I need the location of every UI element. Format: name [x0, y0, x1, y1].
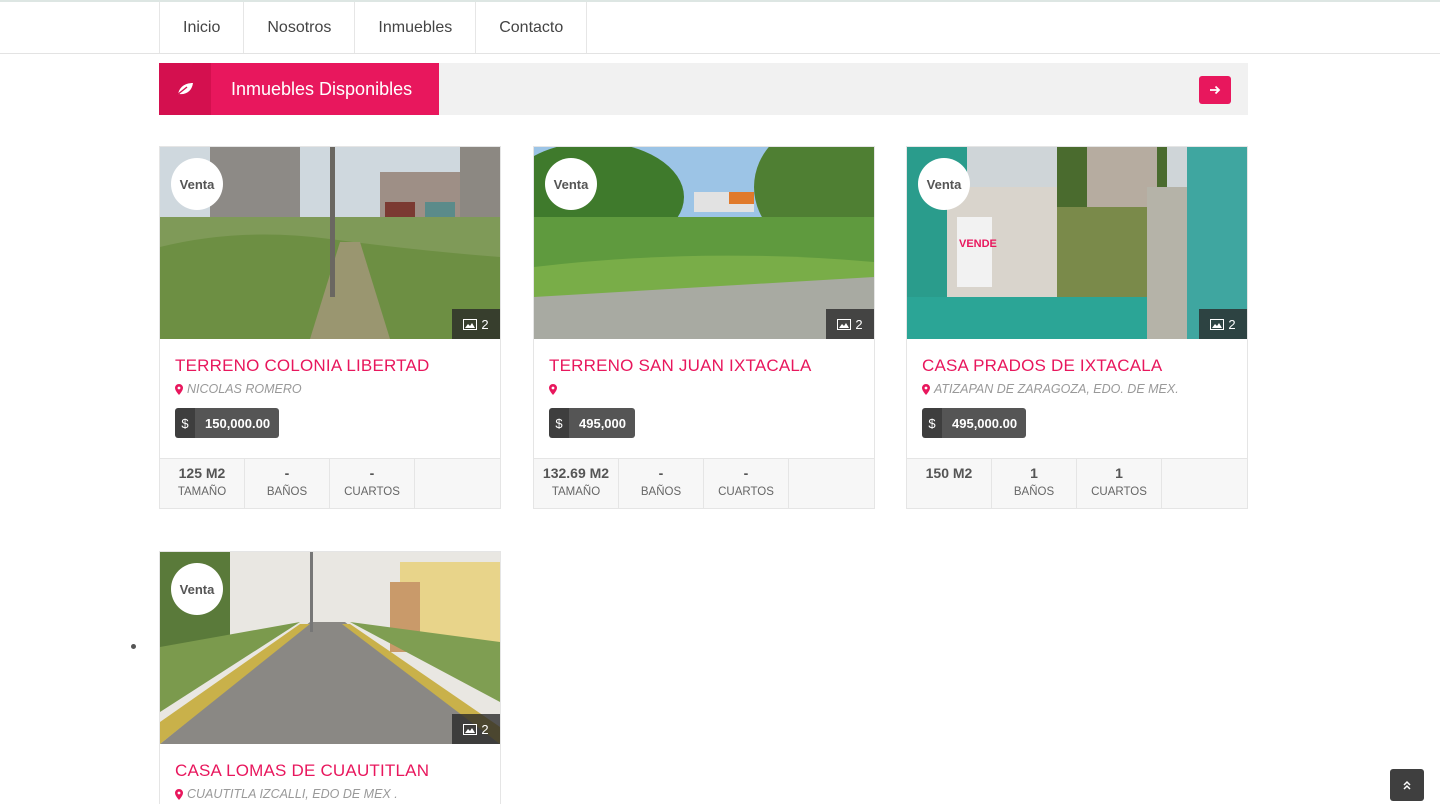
listing-body: CASA LOMAS DE CUAUTITLAN CUAUTITLA IZCAL…: [160, 744, 500, 804]
photo-count-badge: 2: [1199, 309, 1247, 339]
listing-body: TERRENO SAN JUAN IXTACALA $ 495,000: [534, 339, 874, 458]
listing-stats: 125 M2 TAMAÑO - BAÑOS - CUARTOS: [160, 458, 500, 508]
svg-text:VENDE: VENDE: [959, 238, 997, 250]
stat-label: CUARTOS: [344, 486, 400, 498]
listing-photo[interactable]: VENDE Venta 2: [907, 147, 1247, 339]
listing-location: CUAUTITLA IZCALLI, EDO DE MEX .: [175, 785, 485, 803]
stat-baths: 1 BAÑOS: [992, 459, 1077, 508]
map-marker-icon: [922, 383, 930, 395]
listing-title[interactable]: CASA PRADOS DE IXTACALA: [922, 355, 1232, 377]
stat-value: 1: [1030, 465, 1038, 481]
photo-count-badge: 2: [452, 714, 500, 744]
price-value: 150,000.00: [195, 408, 280, 438]
venta-badge: Venta: [171, 563, 223, 615]
currency-symbol: $: [549, 408, 569, 438]
nav-list: Inicio Nosotros Inmuebles Contacto: [159, 2, 588, 53]
price-tag: $ 150,000.00: [175, 408, 280, 438]
listing-location: NICOLAS ROMERO: [175, 380, 485, 398]
listing-card[interactable]: Venta 2 TERRENO SAN JUAN IXTACALA $ 495,…: [533, 146, 875, 509]
listing-location: [549, 380, 859, 398]
stat-value: 1: [1115, 465, 1123, 481]
next-button[interactable]: [1199, 76, 1231, 104]
photo-count: 2: [481, 316, 489, 332]
price-tag: $ 495,000: [549, 408, 635, 438]
map-marker-icon: [175, 383, 183, 395]
listing-title[interactable]: TERRENO COLONIA LIBERTAD: [175, 355, 485, 377]
venta-badge: Venta: [545, 158, 597, 210]
listing-card[interactable]: Venta 2 CASA LOMAS DE CUAUTITLAN CUAUTIT…: [159, 551, 501, 804]
listing-title[interactable]: TERRENO SAN JUAN IXTACALA: [549, 355, 859, 377]
scroll-to-top-button[interactable]: [1390, 769, 1424, 801]
listing-location: ATIZAPAN DE ZARAGOZA, EDO. DE MEX.: [922, 380, 1232, 398]
listing-body: TERRENO COLONIA LIBERTAD NICOLAS ROMERO …: [160, 339, 500, 458]
price-value: 495,000: [569, 408, 635, 438]
photo-count-badge: 2: [826, 309, 874, 339]
stat-baths: - BAÑOS: [245, 459, 330, 508]
venta-badge: Venta: [171, 158, 223, 210]
listing-stats: 132.69 M2 TAMAÑO - BAÑOS - CUARTOS: [534, 458, 874, 508]
stat-rooms: - CUARTOS: [330, 459, 415, 508]
location-text: NICOLAS ROMERO: [187, 382, 302, 396]
stat-label: TAMAÑO: [177, 486, 227, 498]
stat-size: 150 M2: [907, 459, 992, 508]
stat-size: 125 M2 TAMAÑO: [160, 459, 245, 508]
section-title-box: Inmuebles Disponibles: [159, 63, 439, 115]
listing-photo[interactable]: Venta 2: [160, 552, 500, 744]
nav-item-nosotros[interactable]: Nosotros: [244, 2, 356, 53]
listing-title[interactable]: CASA LOMAS DE CUAUTITLAN: [175, 760, 485, 782]
stat-label: BAÑOS: [640, 486, 682, 498]
arrow-right-icon: [1210, 85, 1221, 95]
main-navbar: Inicio Nosotros Inmuebles Contacto: [0, 2, 1440, 54]
map-marker-icon: [175, 788, 183, 800]
nav-item-inicio[interactable]: Inicio: [160, 2, 245, 53]
listing-stats: 150 M2 1 BAÑOS 1 CUARTOS: [907, 458, 1247, 508]
stat-value: -: [369, 465, 375, 481]
image-icon: [463, 318, 478, 330]
nav-item-contacto[interactable]: Contacto: [476, 2, 588, 53]
stat-size: 132.69 M2 TAMAÑO: [534, 459, 619, 508]
list-bullet: [131, 644, 136, 649]
stat-value: 125 M2: [178, 465, 226, 481]
listing-card[interactable]: VENDE Venta 2 CASA PRADOS DE IXTACALA AT…: [906, 146, 1248, 509]
location-text: CUAUTITLA IZCALLI, EDO DE MEX .: [187, 787, 398, 801]
stat-value: -: [743, 465, 749, 481]
currency-symbol: $: [175, 408, 195, 438]
stat-value: -: [284, 465, 290, 481]
price-tag: $ 495,000.00: [922, 408, 1027, 438]
map-marker-icon: [549, 383, 557, 395]
listing-photo[interactable]: Venta 2: [534, 147, 874, 339]
stat-label: BAÑOS: [1013, 486, 1055, 498]
listing-body: CASA PRADOS DE IXTACALA ATIZAPAN DE ZARA…: [907, 339, 1247, 458]
nav-item-inmuebles[interactable]: Inmuebles: [355, 2, 477, 53]
stat-label: BAÑOS: [266, 486, 308, 498]
leaf-icon: [159, 63, 211, 115]
stat-label: CUARTOS: [718, 486, 774, 498]
stat-label: CUARTOS: [1091, 486, 1147, 498]
photo-count: 2: [481, 721, 489, 737]
stat-rooms: 1 CUARTOS: [1077, 459, 1162, 508]
stat-label: TAMAÑO: [551, 486, 601, 498]
stat-rooms: - CUARTOS: [704, 459, 789, 508]
listing-card[interactable]: Venta 2 TERRENO COLONIA LIBERTAD NICOLAS…: [159, 146, 501, 509]
listing-photo[interactable]: Venta 2: [160, 147, 500, 339]
stat-value: 132.69 M2: [542, 465, 610, 481]
double-chevron-up-icon: [1403, 780, 1411, 790]
section-header: Inmuebles Disponibles: [159, 63, 1248, 115]
currency-symbol: $: [922, 408, 942, 438]
photo-count-badge: 2: [452, 309, 500, 339]
price-value: 495,000.00: [942, 408, 1027, 438]
image-icon: [1210, 318, 1225, 330]
stat-baths: - BAÑOS: [619, 459, 704, 508]
stat-value: -: [658, 465, 664, 481]
section-title: Inmuebles Disponibles: [231, 78, 413, 99]
stat-value: 150 M2: [925, 465, 973, 481]
location-text: ATIZAPAN DE ZARAGOZA, EDO. DE MEX.: [934, 382, 1179, 396]
image-icon: [463, 723, 478, 735]
image-icon: [837, 318, 852, 330]
venta-badge: Venta: [918, 158, 970, 210]
photo-count: 2: [1228, 316, 1236, 332]
photo-count: 2: [855, 316, 863, 332]
